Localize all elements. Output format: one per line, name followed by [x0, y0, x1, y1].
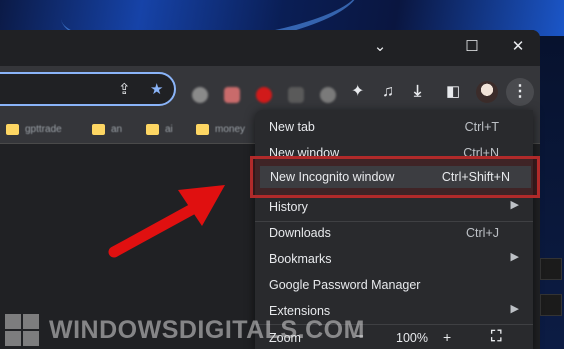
address-bar[interactable]: ⇪ ★ — [0, 72, 176, 106]
chevron-right-icon: ▶ — [510, 199, 519, 211]
shortcut-label: Ctrl+Shift+N — [441, 170, 510, 184]
bookmark-label: an — [111, 123, 123, 135]
bookmark-label: gpttrade — [25, 123, 62, 135]
background-window-fragment — [540, 294, 562, 316]
red-arrow-annotation — [108, 185, 225, 258]
windows-logo-icon — [5, 314, 41, 346]
menu-item-downloads[interactable]: Downloads Ctrl+J — [255, 220, 533, 246]
menu-item-label: History — [269, 200, 308, 214]
menu-item-label: New tab — [269, 120, 315, 134]
extension-icon[interactable] — [288, 87, 304, 103]
tab-search-chevron-icon[interactable]: ⌄ — [366, 36, 394, 58]
menu-item-label: New Incognito window — [270, 170, 395, 184]
extension-icon[interactable] — [256, 87, 272, 103]
share-icon[interactable]: ⇪ — [118, 80, 131, 98]
background-window-fragment — [540, 258, 562, 280]
folder-icon — [196, 123, 209, 135]
bookmark-label: money — [215, 123, 246, 135]
shortcut-label: Ctrl+T — [464, 120, 499, 134]
folder-icon — [92, 123, 105, 135]
menu-item-bookmarks[interactable]: Bookmarks ▶ — [255, 246, 533, 272]
bookmark-folder[interactable]: an — [92, 122, 122, 136]
desktop-edge — [538, 36, 564, 349]
menu-item-label: Downloads — [269, 226, 331, 240]
extension-icon[interactable] — [192, 87, 208, 103]
bookmark-folder[interactable]: ai — [146, 122, 173, 136]
download-icon[interactable]: ⤓ — [414, 82, 421, 102]
menu-icon[interactable]: ⋮ — [506, 78, 534, 106]
media-control-icon[interactable]: ♫ — [382, 82, 394, 102]
star-icon[interactable]: ★ — [150, 80, 163, 98]
bookmark-label: ai — [165, 123, 173, 135]
menu-item-password-manager[interactable]: Google Password Manager — [255, 272, 533, 298]
close-button[interactable]: ✕ — [504, 36, 532, 58]
menu-item-label: Google Password Manager — [269, 278, 421, 292]
zoom-in-button[interactable]: + — [443, 329, 451, 345]
incognito-highlight-box: New Incognito window Ctrl+Shift+N — [250, 156, 540, 198]
menu-item-new-incognito-window[interactable]: New Incognito window Ctrl+Shift+N — [260, 166, 531, 188]
bookmark-folder[interactable]: gpttrade — [6, 122, 62, 136]
title-bar: ⌄ ☐ ✕ — [0, 30, 540, 66]
fullscreen-icon[interactable]: ⛶ — [491, 328, 502, 345]
profile-avatar[interactable] — [476, 81, 498, 103]
watermark-text: WINDOWSDIGITALS.COM — [49, 315, 365, 344]
chevron-right-icon: ▶ — [510, 303, 519, 315]
maximize-button[interactable]: ☐ — [458, 36, 486, 58]
extensions-icon[interactable]: ✦ — [351, 82, 364, 102]
folder-icon — [6, 123, 19, 135]
shortcut-label: Ctrl+J — [466, 226, 499, 240]
extension-icon[interactable] — [320, 87, 336, 103]
folder-icon — [146, 123, 159, 135]
zoom-level: 100% — [396, 331, 428, 345]
chevron-right-icon: ▶ — [510, 251, 519, 263]
extension-icon[interactable] — [224, 87, 240, 103]
watermark: WINDOWSDIGITALS.COM — [5, 312, 365, 348]
menu-item-new-tab[interactable]: New tab Ctrl+T — [255, 114, 533, 140]
menu-item-label: Bookmarks — [269, 252, 332, 266]
side-panel-icon[interactable]: ◧ — [446, 82, 460, 102]
bookmark-folder[interactable]: money — [196, 122, 245, 136]
